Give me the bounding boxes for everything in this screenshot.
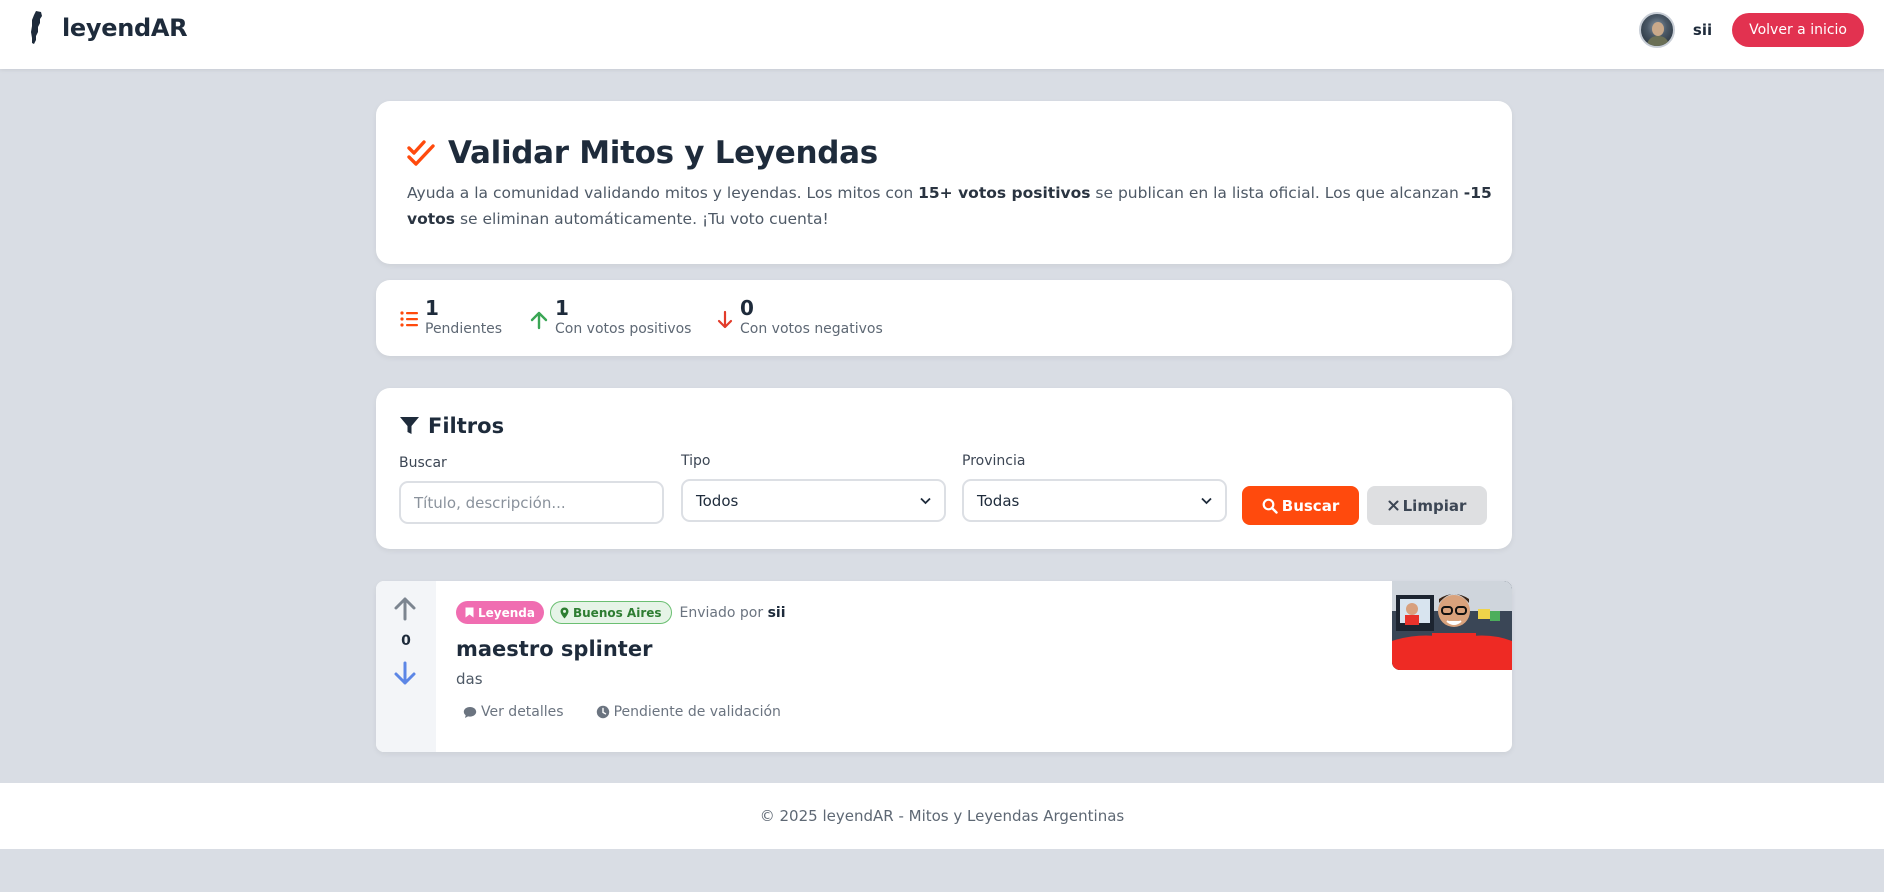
arrow-down-icon <box>717 310 733 329</box>
home-button[interactable]: Volver a inicio <box>1732 13 1864 47</box>
page-description: Ayuda a la comunidad validando mitos y l… <box>407 180 1497 232</box>
nav-user-area: sii Volver a inicio <box>1638 12 1864 48</box>
brand-name: leyendAR <box>62 14 188 42</box>
page-title-row: Validar Mitos y Leyendas <box>406 135 878 171</box>
close-icon <box>1388 500 1399 511</box>
stat-positive: 1 Con votos positivos <box>530 296 691 338</box>
type-select-value: Todos <box>696 491 739 510</box>
status-label: Pendiente de validación <box>613 704 781 720</box>
double-check-icon <box>407 140 435 166</box>
search-button[interactable]: Buscar <box>1242 486 1359 525</box>
item-body: Leyenda Buenos Aires Enviado por sii mae… <box>456 601 786 720</box>
filter-icon <box>400 417 419 434</box>
item-thumbnail[interactable] <box>1392 581 1512 670</box>
thumbnail-photo <box>1392 581 1512 670</box>
downvote-arrow-icon[interactable] <box>393 661 417 687</box>
filters-title: Filtros <box>428 414 505 438</box>
details-link[interactable]: Ver detalles <box>463 704 564 720</box>
type-label: Tipo <box>681 453 711 469</box>
stat-negative: 0 Con votos negativos <box>717 296 883 338</box>
type-badge-label: Leyenda <box>478 605 535 620</box>
search-label: Buscar <box>399 455 447 471</box>
type-badge: Leyenda <box>456 601 544 624</box>
item-badges: Leyenda Buenos Aires Enviado por sii <box>456 601 786 624</box>
stat-label: Con votos positivos <box>555 321 692 337</box>
chevron-down-icon <box>1201 497 1212 504</box>
stats-card: 1 Pendientes 1 Con votos positivos 0 Con… <box>376 280 1512 356</box>
upvote-arrow-icon[interactable] <box>393 595 417 621</box>
argentina-map-icon <box>31 11 42 44</box>
desc-text: Ayuda a la comunidad validando mitos y l… <box>407 184 919 202</box>
author-name: sii <box>767 604 786 621</box>
stat-label: Con votos negativos <box>740 321 883 337</box>
province-select[interactable]: Todas <box>962 479 1227 522</box>
province-label: Provincia <box>962 453 1026 469</box>
map-pin-icon <box>560 607 569 618</box>
chevron-down-icon <box>920 497 931 504</box>
vote-count: 0 <box>401 633 411 649</box>
legend-item: 0 Leyenda Buenos Aires Enviado por sii m… <box>376 581 1512 752</box>
page-title: Validar Mitos y Leyendas <box>448 135 878 171</box>
type-select[interactable]: Todos <box>681 479 946 522</box>
username[interactable]: sii <box>1693 21 1712 39</box>
list-icon <box>400 311 418 327</box>
stat-value: 1 <box>425 296 439 320</box>
navbar: leyendAR sii Volver a inicio <box>0 0 1884 69</box>
item-meta: Ver detalles Pendiente de validación <box>456 704 786 720</box>
province-badge: Buenos Aires <box>549 601 672 624</box>
filters-heading: Filtros <box>399 414 504 438</box>
clock-icon <box>596 705 609 719</box>
search-input[interactable] <box>399 481 664 524</box>
footer-text: © 2025 leyendAR - Mitos y Leyendas Argen… <box>759 807 1125 825</box>
search-button-label: Buscar <box>1281 496 1340 515</box>
footer: © 2025 leyendAR - Mitos y Leyendas Argen… <box>0 783 1884 849</box>
desc-text: se publican en la lista oficial. Los que… <box>1090 184 1464 202</box>
search-icon <box>1262 498 1278 514</box>
stat-value: 1 <box>555 296 569 320</box>
bookmark-icon <box>465 607 474 618</box>
status-badge: Pendiente de validación <box>596 704 781 720</box>
desc-text: se eliminan automáticamente. ¡Tu voto cu… <box>455 210 829 228</box>
filters-card: Filtros Buscar Tipo Todos Provincia Toda… <box>376 388 1512 549</box>
stat-pending: 1 Pendientes <box>400 296 502 338</box>
clear-button-label: Limpiar <box>1402 496 1467 515</box>
province-badge-label: Buenos Aires <box>572 605 662 620</box>
clear-button[interactable]: Limpiar <box>1367 486 1487 525</box>
sent-by: Enviado por sii <box>680 605 786 621</box>
details-link-label: Ver detalles <box>481 704 564 720</box>
stat-label: Pendientes <box>425 321 503 337</box>
stat-value: 0 <box>740 296 754 320</box>
item-description: das <box>456 670 483 688</box>
avatar[interactable] <box>1638 12 1675 48</box>
arrow-up-icon <box>530 311 548 330</box>
validate-header-card: Validar Mitos y Leyendas Ayuda a la comu… <box>376 101 1512 264</box>
item-title[interactable]: maestro splinter <box>456 637 786 661</box>
vote-column: 0 <box>376 581 436 752</box>
desc-bold-positive: 15+ votos positivos <box>918 184 1091 202</box>
sent-by-label: Enviado por <box>679 604 764 621</box>
province-select-value: Todas <box>977 491 1020 510</box>
brand[interactable]: leyendAR <box>28 10 188 46</box>
comment-icon <box>463 706 477 718</box>
